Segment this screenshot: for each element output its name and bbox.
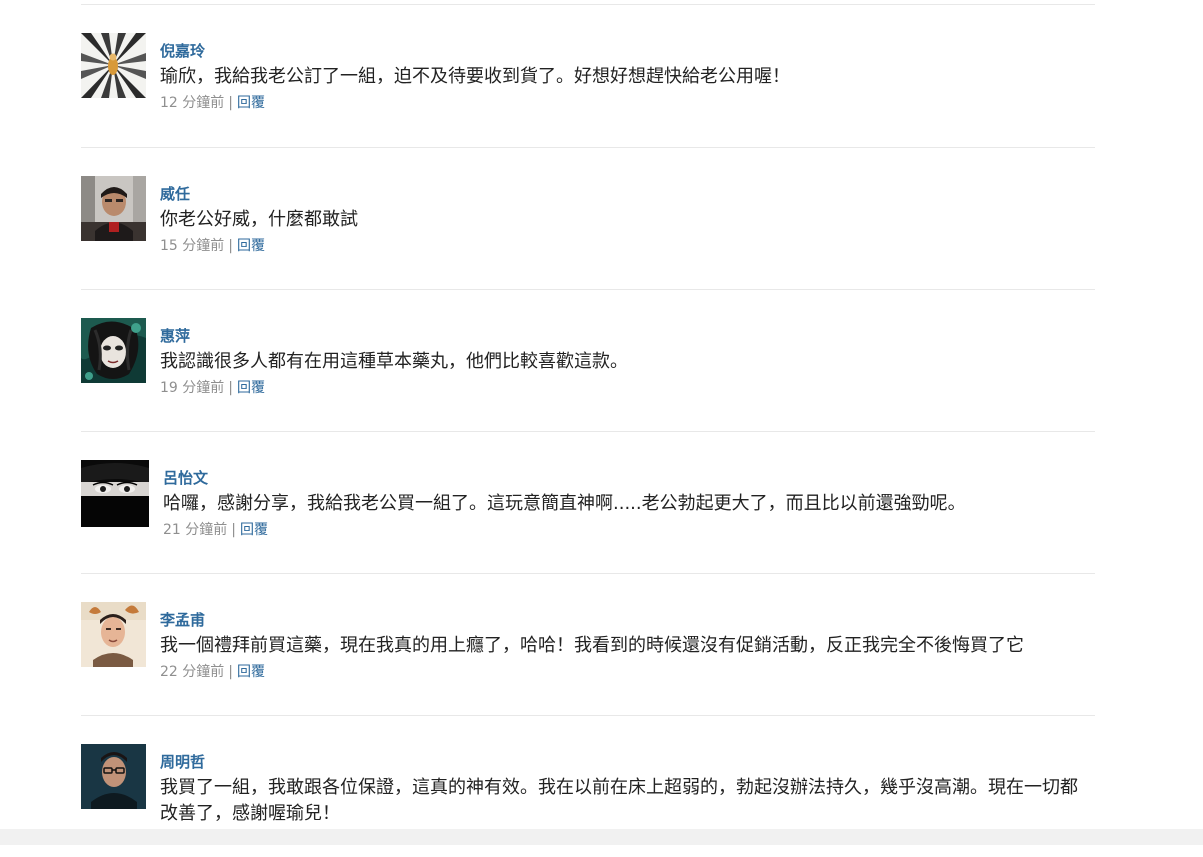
- comment-time: 15 分鐘前: [160, 238, 225, 254]
- comment-meta: 19 分鐘前 | 回覆: [160, 378, 1095, 398]
- avatar-image: [81, 602, 146, 667]
- reply-link[interactable]: 回覆: [237, 95, 265, 111]
- reply-link[interactable]: 回覆: [237, 238, 265, 254]
- comment-text: 我買了一組，我敢跟各位保證，這真的神有效。我在以前在床上超弱的，勃起沒辦法持久，…: [160, 777, 1078, 824]
- reply-link[interactable]: 回覆: [240, 522, 268, 538]
- avatar[interactable]: [81, 176, 146, 241]
- comment-author[interactable]: 呂怡文: [163, 468, 1095, 488]
- comment-author[interactable]: 威任: [160, 184, 1095, 204]
- avatar[interactable]: [81, 318, 146, 383]
- meta-separator: |: [228, 664, 233, 680]
- avatar[interactable]: [81, 602, 146, 667]
- comment-meta: 15 分鐘前 | 回覆: [160, 236, 1095, 256]
- avatar-image: [81, 318, 146, 383]
- avatar-image: [81, 176, 146, 241]
- comment-item: 呂怡文 哈囉，感謝分享，我給我老公買一組了。這玩意簡直神啊.....老公勃起更大…: [81, 432, 1095, 573]
- comment-list: 倪嘉玲 瑜欣，我給我老公訂了一組，迫不及待要收到貨了。好想好想趕快給老公用喔！ …: [81, 0, 1095, 857]
- avatar[interactable]: [81, 33, 146, 98]
- comment-author[interactable]: 周明哲: [160, 752, 1095, 772]
- meta-separator: |: [231, 522, 236, 538]
- comment-author[interactable]: 惠萍: [160, 326, 1095, 346]
- avatar-image: [81, 33, 146, 98]
- comment-text: 哈囉，感謝分享，我給我老公買一組了。這玩意簡直神啊.....老公勃起更大了，而且…: [163, 493, 966, 514]
- comment-text: 我認識很多人都有在用這種草本藥丸，他們比較喜歡這款。: [160, 351, 628, 372]
- comment-time: 22 分鐘前: [160, 664, 225, 680]
- comment-meta: 22 分鐘前 | 回覆: [160, 662, 1095, 682]
- avatar-image: [81, 744, 146, 809]
- comment-item: 惠萍 我認識很多人都有在用這種草本藥丸，他們比較喜歡這款。 19 分鐘前 | 回覆: [81, 290, 1095, 431]
- comment-time: 19 分鐘前: [160, 380, 225, 396]
- meta-separator: |: [228, 95, 233, 111]
- comment-item: 李孟甫 我一個禮拜前買這藥，現在我真的用上癮了，哈哈！我看到的時候還沒有促銷活動…: [81, 574, 1095, 715]
- comment-time: 12 分鐘前: [160, 95, 225, 111]
- comment-text: 你老公好威，什麼都敢試: [160, 209, 358, 230]
- comment-item: 威任 你老公好威，什麼都敢試 15 分鐘前 | 回覆: [81, 148, 1095, 289]
- comment-item: 倪嘉玲 瑜欣，我給我老公訂了一組，迫不及待要收到貨了。好想好想趕快給老公用喔！ …: [81, 5, 1095, 147]
- meta-separator: |: [228, 238, 233, 254]
- avatar[interactable]: [81, 460, 149, 527]
- comment-time: 21 分鐘前: [163, 522, 228, 538]
- bottom-scroll-bar: [0, 829, 1203, 845]
- avatar[interactable]: [81, 744, 146, 809]
- comment-text: 瑜欣，我給我老公訂了一組，迫不及待要收到貨了。好想好想趕快給老公用喔！: [160, 66, 790, 87]
- comment-author[interactable]: 李孟甫: [160, 610, 1095, 630]
- comment-meta: 21 分鐘前 | 回覆: [163, 520, 1095, 540]
- comment-text: 我一個禮拜前買這藥，現在我真的用上癮了，哈哈！我看到的時候還沒有促銷活動，反正我…: [160, 635, 1024, 656]
- reply-link[interactable]: 回覆: [237, 664, 265, 680]
- meta-separator: |: [228, 380, 233, 396]
- avatar-image: [81, 460, 149, 527]
- reply-link[interactable]: 回覆: [237, 380, 265, 396]
- comment-author[interactable]: 倪嘉玲: [160, 41, 1095, 61]
- comment-meta: 12 分鐘前 | 回覆: [160, 93, 1095, 113]
